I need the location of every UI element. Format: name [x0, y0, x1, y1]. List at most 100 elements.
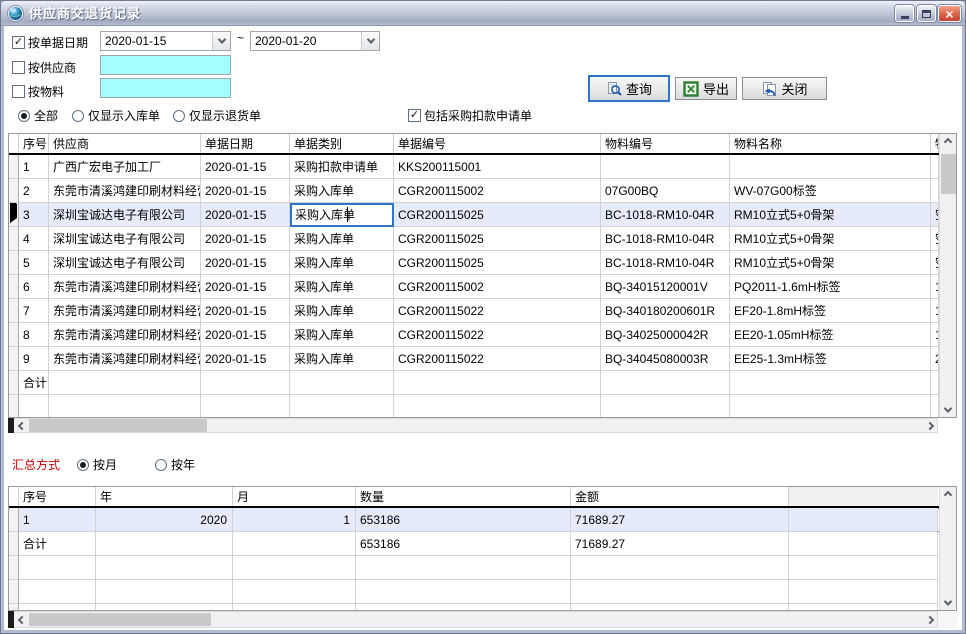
table-cell[interactable]: 2020-01-15 — [201, 323, 290, 347]
table-cell[interactable]: 7 — [19, 299, 49, 323]
table-cell[interactable]: 2020-01-15 — [201, 179, 290, 203]
table-cell[interactable]: CGR200115002 — [394, 275, 601, 299]
table-row[interactable]: 1广西广宏电子加工厂2020-01-15采购扣款申请单KKS200115001 — [9, 155, 956, 179]
table-cell[interactable] — [19, 580, 96, 604]
table-row[interactable]: 3深圳宝诚达电子有限公司2020-01-15采购入库单CGR200115025B… — [9, 203, 956, 227]
table-cell[interactable]: 2020-01-15 — [201, 155, 290, 179]
table-cell[interactable] — [931, 155, 939, 179]
table-cell[interactable]: 采购入库单 — [290, 299, 394, 323]
table-cell[interactable] — [233, 532, 356, 556]
table-cell[interactable]: 5 — [19, 251, 49, 275]
filter-by-supplier-checkbox[interactable] — [12, 61, 25, 74]
table-cell[interactable]: CGR200115022 — [394, 299, 601, 323]
filter-by-date-checkbox[interactable] — [12, 36, 25, 49]
scope-all-radio[interactable] — [18, 110, 30, 122]
table-cell[interactable]: 71689.27 — [571, 508, 789, 532]
table-cell[interactable] — [789, 532, 938, 556]
column-header[interactable]: 年 — [96, 487, 233, 506]
table-row[interactable]: 12020165318671689.27 — [9, 508, 956, 532]
total-row[interactable]: 合计65318671689.27 — [9, 532, 956, 556]
table-cell[interactable] — [601, 371, 730, 395]
table-cell[interactable]: CGR200115025 — [394, 203, 601, 227]
table-cell[interactable] — [356, 556, 571, 580]
table-cell[interactable] — [290, 395, 394, 418]
table-cell[interactable] — [201, 371, 290, 395]
scroll-down-button[interactable] — [940, 595, 956, 610]
table-cell[interactable]: 东莞市清溪鸿建印刷材料经营部 — [49, 347, 201, 371]
table-cell[interactable] — [394, 371, 601, 395]
table-cell[interactable]: CGR200115022 — [394, 347, 601, 371]
table-cell[interactable] — [730, 155, 931, 179]
scroll-left-button[interactable] — [14, 419, 29, 432]
table-cell[interactable] — [96, 556, 233, 580]
column-header[interactable]: 月 — [233, 487, 356, 506]
table-cell[interactable] — [931, 395, 939, 418]
table-cell[interactable]: 2020-01-15 — [201, 347, 290, 371]
material-input[interactable] — [100, 78, 231, 98]
column-header[interactable]: 供应商 — [49, 134, 201, 153]
title-bar[interactable]: 供应商交退货记录 × — [1, 1, 965, 26]
table-cell[interactable]: CGR200115002 — [394, 179, 601, 203]
table-cell[interactable]: 空 — [931, 251, 939, 275]
main-vertical-scrollbar[interactable] — [939, 134, 956, 417]
scroll-up-button[interactable] — [940, 487, 956, 502]
table-cell[interactable]: 1 — [19, 155, 49, 179]
table-cell[interactable] — [19, 556, 96, 580]
table-cell[interactable] — [49, 395, 201, 418]
table-cell[interactable]: 2020 — [96, 508, 233, 532]
column-header[interactable]: 单据日期 — [201, 134, 290, 153]
table-cell[interactable] — [233, 580, 356, 604]
table-cell[interactable]: 8 — [19, 323, 49, 347]
total-row[interactable]: 合计 — [9, 371, 956, 395]
table-cell[interactable]: 东莞市清溪鸿建印刷材料经营部 — [49, 179, 201, 203]
by-month-radio[interactable] — [77, 459, 89, 471]
column-header[interactable]: 序号 — [19, 134, 49, 153]
table-cell[interactable]: 653186 — [356, 508, 571, 532]
table-cell[interactable]: 采购入库单 — [290, 275, 394, 299]
table-cell[interactable] — [19, 395, 49, 418]
table-cell[interactable] — [601, 395, 730, 418]
table-row[interactable]: 2东莞市清溪鸿建印刷材料经营部2020-01-15采购入库单CGR2001150… — [9, 179, 956, 203]
table-cell[interactable] — [789, 604, 938, 611]
table-cell[interactable] — [571, 580, 789, 604]
table-row[interactable]: 5深圳宝诚达电子有限公司2020-01-15采购入库单CGR200115025B… — [9, 251, 956, 275]
table-cell[interactable]: WV-07G00标签 — [730, 179, 931, 203]
close-button[interactable]: × — [938, 5, 961, 22]
table-cell[interactable]: 采购入库单 — [290, 251, 394, 275]
table-cell[interactable]: RM10立式5+0骨架 — [730, 203, 931, 227]
export-button[interactable]: 导出 — [675, 77, 737, 100]
table-cell[interactable]: RM10立式5+0骨架 — [730, 251, 931, 275]
table-cell[interactable]: 2020-01-15 — [201, 299, 290, 323]
table-cell[interactable]: 2020-01-15 — [201, 275, 290, 299]
table-cell[interactable]: BC-1018-RM10-04R — [601, 251, 730, 275]
table-cell[interactable]: 采购入库单 — [290, 227, 394, 251]
scope-return-radio[interactable] — [173, 110, 185, 122]
scrollbar-thumb[interactable] — [29, 419, 207, 432]
table-cell[interactable]: 3 — [19, 203, 49, 227]
scroll-right-button[interactable] — [922, 612, 937, 627]
table-cell[interactable] — [356, 580, 571, 604]
scroll-left-button[interactable] — [14, 612, 29, 627]
table-cell[interactable]: 1 — [233, 508, 356, 532]
table-cell[interactable]: 东莞市清溪鸿建印刷材料经营部 — [49, 299, 201, 323]
table-cell[interactable]: 采购入库单 — [290, 179, 394, 203]
by-year-radio[interactable] — [155, 459, 167, 471]
table-cell[interactable]: 深圳宝诚达电子有限公司 — [49, 203, 201, 227]
table-cell[interactable]: 采购入库单 — [290, 203, 394, 227]
table-cell[interactable] — [96, 580, 233, 604]
table-cell[interactable] — [931, 179, 939, 203]
table-cell[interactable]: PQ2011-1.6mH标签 — [730, 275, 931, 299]
table-cell[interactable]: 深圳宝诚达电子有限公司 — [49, 227, 201, 251]
table-cell[interactable]: 07G00BQ — [601, 179, 730, 203]
column-header[interactable]: 金额 — [571, 487, 789, 506]
table-cell[interactable] — [394, 395, 601, 418]
table-cell[interactable] — [290, 371, 394, 395]
table-cell[interactable]: CGR200115022 — [394, 323, 601, 347]
table-cell[interactable] — [789, 580, 938, 604]
table-cell[interactable]: 合计 — [19, 532, 96, 556]
table-cell[interactable] — [571, 604, 789, 611]
table-cell[interactable] — [233, 556, 356, 580]
table-cell[interactable]: 采购入库单 — [290, 323, 394, 347]
table-cell[interactable] — [356, 604, 571, 611]
table-cell[interactable]: CGR200115025 — [394, 227, 601, 251]
